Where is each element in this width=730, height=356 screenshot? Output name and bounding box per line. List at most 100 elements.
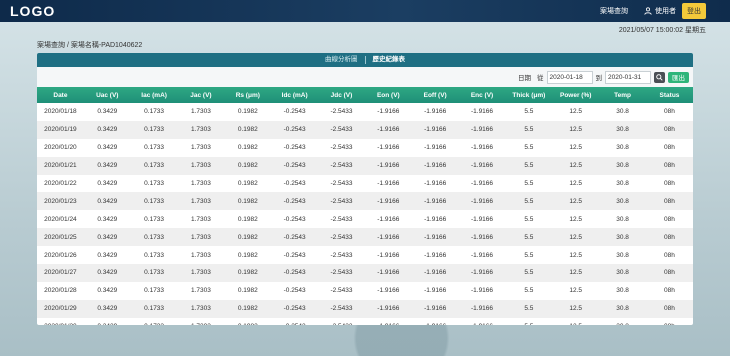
user-menu[interactable]: 使用者 (644, 6, 676, 16)
table-cell: 30.8 (616, 251, 629, 259)
col-uac[interactable]: Uac (V) (84, 87, 131, 103)
history-panel: 曲線分析圖 歷史紀錄表 日期 從 2020-01-18 到 2020-01-31… (37, 53, 693, 325)
table-cell: 0.1982 (237, 287, 258, 295)
table-cell: -1.9166 (364, 299, 412, 318)
table-cell: 12.5 (552, 192, 600, 211)
table-cell: 1.7303 (177, 228, 225, 247)
search-icon (656, 73, 663, 81)
table-cell: -1.9166 (364, 264, 412, 282)
search-button[interactable] (654, 71, 665, 83)
table-cell: 30.8 (616, 287, 629, 295)
table-cell: 0.3429 (83, 192, 131, 211)
export-button[interactable]: 匯出 (668, 71, 689, 83)
table-cell: 12.5 (569, 251, 583, 259)
table-cell: -1.9166 (377, 287, 400, 295)
table-cell: -1.9166 (377, 251, 400, 259)
current-datetime: 2021/05/07 15:00:02 星期五 (618, 27, 706, 34)
table-cell: 08h (664, 215, 675, 223)
table-cell: 30.8 (599, 192, 646, 211)
table-cell: 30.8 (599, 228, 646, 247)
table-cell: -1.9166 (424, 108, 447, 116)
table-cell: 08h (645, 192, 693, 211)
end-date-input[interactable]: 2020-01-31 (605, 70, 651, 84)
table-cell: -1.9166 (424, 287, 447, 295)
table-cell: -1.9166 (377, 144, 400, 152)
table-cell: -1.9166 (470, 108, 494, 116)
table-cell: 0.1733 (131, 318, 178, 325)
table-cell: 08h (645, 156, 693, 175)
table-cell: 5.5 (524, 180, 534, 187)
tab-curve-analysis[interactable]: 曲線分析圖 (318, 53, 365, 67)
table-cell: -0.2543 (271, 228, 319, 247)
table-cell: -0.2543 (283, 215, 306, 223)
col-rs[interactable]: Rs (μm) (224, 87, 271, 103)
table-cell: -1.9166 (424, 180, 447, 187)
col-date[interactable]: Date (37, 87, 84, 103)
nav-site-query-link[interactable]: 案場查詢 (600, 6, 628, 16)
table-cell: 0.3429 (97, 251, 118, 259)
table-cell: 08h (664, 180, 675, 187)
table-cell: -1.9166 (458, 120, 506, 139)
history-table: Date Uac (V) Iac (mA) Jac (V) Rs (μm) Id… (37, 87, 693, 325)
tab-history-records[interactable]: 歷史紀錄表 (366, 53, 413, 67)
table-cell: -1.9166 (458, 299, 506, 318)
table-cell: 2020/01/24 (44, 215, 77, 223)
table-cell: -2.5433 (318, 192, 365, 211)
table-cell: -2.5433 (330, 180, 353, 187)
table-cell: 5.5 (524, 287, 534, 295)
col-jac[interactable]: Jac (V) (178, 87, 225, 103)
table-cell: 1.7303 (191, 180, 211, 187)
table-cell: 2020/01/18 (44, 108, 77, 116)
col-temp[interactable]: Temp (599, 87, 646, 103)
table-cell: -0.2543 (283, 180, 306, 187)
col-eon[interactable]: Eon (V) (365, 87, 412, 103)
table-cell: 2020/01/25 (37, 228, 84, 247)
table-cell: 5.5 (505, 228, 553, 247)
col-status[interactable]: Status (646, 87, 693, 103)
col-power[interactable]: Power (%) (552, 87, 599, 103)
table-cell: 0.3429 (97, 180, 118, 187)
table-cell: 0.1982 (224, 228, 272, 247)
table-cell: 30.8 (599, 318, 646, 325)
table-cell: 12.5 (552, 120, 600, 139)
table-cell: 2020/01/19 (37, 120, 84, 139)
start-date-input[interactable]: 2020-01-18 (546, 70, 593, 84)
col-iac[interactable]: Iac (mA) (131, 87, 178, 103)
table-cell: 1.7303 (191, 108, 211, 116)
table-cell: 0.3429 (97, 215, 118, 223)
table-cell: -2.5433 (318, 120, 365, 139)
table-cell: 0.3429 (97, 108, 118, 116)
table-cell: 0.1982 (237, 108, 258, 116)
table-cell: 12.5 (552, 264, 600, 282)
table-cell: -0.2543 (283, 144, 306, 152)
logout-button[interactable]: 登出 (682, 3, 706, 19)
table-cell: 1.7303 (191, 215, 211, 223)
table-cell: -1.9166 (364, 120, 412, 139)
table-cell: -1.9166 (470, 180, 494, 187)
col-idc[interactable]: Idc (mA) (271, 87, 318, 103)
to-label: 到 (595, 75, 603, 82)
col-eoff[interactable]: Eoff (V) (412, 87, 459, 103)
table-cell: 0.1982 (224, 318, 271, 325)
table-cell: 5.5 (505, 156, 553, 175)
table-cell: 5.5 (505, 264, 553, 282)
table-cell: 0.1733 (144, 180, 165, 187)
table-cell: 0.1982 (224, 120, 272, 139)
col-jdc[interactable]: Jdc (V) (318, 87, 365, 103)
table-row: 2020/01/26 0.3429 0.1733 1.7303 0.1982 -0.254… (37, 246, 693, 264)
table-cell: 0.1733 (144, 144, 165, 152)
table-cell: 0.1982 (224, 264, 272, 282)
table-cell: 0.3429 (97, 144, 118, 152)
table-cell: -1.9166 (424, 215, 447, 223)
table-cell: 2020/01/26 (44, 251, 77, 259)
col-thick[interactable]: Thick (μm) (505, 87, 552, 103)
table-cell: 30.8 (599, 264, 646, 282)
table-row: 2020/01/27 0.3429 0.1733 1.7303 0.1982 -0.254… (37, 264, 693, 282)
table-cell: -1.9166 (377, 180, 400, 187)
table-cell: 08h (664, 108, 675, 116)
col-enc[interactable]: Enc (V) (459, 87, 506, 103)
table-cell: 30.8 (599, 299, 646, 318)
table-cell: 2020/01/21 (37, 156, 84, 175)
table-cell: 08h (645, 299, 693, 318)
table-cell: -0.2543 (271, 192, 319, 211)
